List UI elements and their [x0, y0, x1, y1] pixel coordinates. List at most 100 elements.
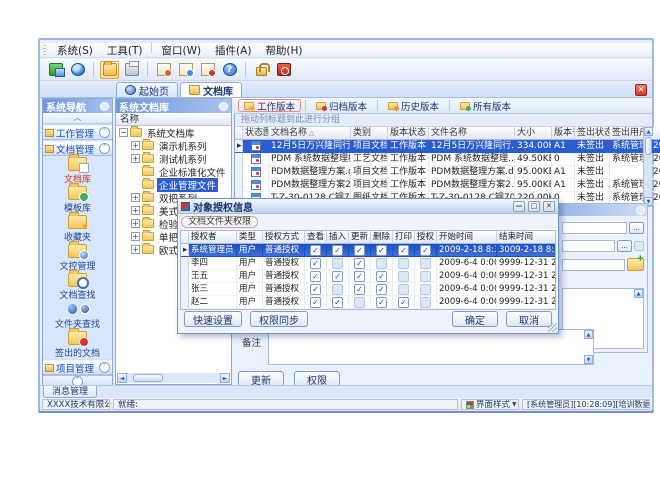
grid-vertical-scrollbar[interactable]: ▲ ▼ — [643, 127, 652, 206]
permission-row[interactable]: 赵二用户普通授权✓✓✓✓2009-6-4 0:00:009999-12-31 2… — [181, 296, 555, 309]
tree-item-0[interactable]: −系统文档库 — [116, 126, 231, 139]
checkbox-checked[interactable]: ✓ — [332, 297, 343, 308]
checkbox-checked[interactable]: ✓ — [310, 258, 321, 269]
checkbox-checked[interactable]: ✓ — [354, 284, 365, 295]
checkbox-checked[interactable]: ✓ — [310, 297, 321, 308]
expand-icon[interactable]: + — [131, 193, 140, 202]
ui-style-selector[interactable]: 界面样式 ▼ — [461, 399, 519, 410]
ok-button[interactable]: 确定 — [452, 311, 498, 327]
printer-button[interactable] — [122, 61, 141, 79]
column-header-status-icon[interactable]: 状态图 — [243, 127, 269, 140]
expand-icon[interactable]: + — [131, 219, 140, 228]
nav-group-2[interactable]: 项目管理ˇ — [43, 360, 112, 375]
column-header-doc-name[interactable]: 文档名称△ — [269, 127, 351, 140]
sidebar-item-1[interactable]: 模板库 — [43, 185, 112, 214]
checkbox-unchecked[interactable] — [332, 284, 343, 295]
checkbox-unchecked[interactable] — [332, 258, 343, 269]
column-header-category[interactable]: 类别 — [351, 127, 388, 140]
tree-item-4[interactable]: 企业管理文件 — [116, 178, 231, 191]
menu-item-3[interactable]: 插件(A) — [208, 42, 258, 59]
checkbox-unchecked[interactable] — [354, 297, 365, 308]
folder-permission-tab[interactable]: 文档文件夹权限 — [181, 216, 258, 228]
column-header-row-selector[interactable] — [235, 127, 243, 140]
maximize-icon[interactable]: □ — [528, 201, 540, 212]
column-header-perm-delete[interactable]: 删除 — [371, 231, 393, 244]
menu-item-2[interactable]: 窗口(W) — [154, 42, 208, 59]
pin-icon[interactable] — [100, 102, 109, 111]
checkbox-unchecked[interactable] — [420, 297, 431, 308]
column-header-checkout-status[interactable]: 签出状态 — [575, 127, 610, 140]
expand-icon[interactable]: + — [131, 154, 140, 163]
column-header-perm-insert[interactable]: 插入 — [327, 231, 349, 244]
checkbox-unchecked[interactable] — [420, 284, 431, 295]
sidebar-item-5[interactable]: 文件夹查找 — [43, 301, 112, 330]
menu-item-0[interactable]: 系统(S) — [50, 42, 100, 59]
browse-button[interactable]: … — [617, 240, 632, 252]
checkbox-checked[interactable]: ✓ — [332, 245, 343, 256]
column-header-end-time[interactable]: 结束时间 — [497, 231, 556, 244]
version-tab-2[interactable]: 历史版本 — [382, 99, 445, 112]
checkbox-unchecked[interactable] — [420, 258, 431, 269]
browse-button[interactable]: … — [629, 222, 644, 234]
scroll-up-icon[interactable]: ▲ — [644, 127, 653, 136]
checkbox-checked[interactable]: ✓ — [420, 245, 431, 256]
version-tab-0[interactable]: 工作版本 — [238, 99, 301, 112]
column-header-version-no[interactable]: 版本号 — [552, 127, 575, 140]
mail2-button[interactable] — [176, 61, 195, 79]
scroll-down-icon[interactable]: ▼ — [584, 355, 593, 364]
sidebar-item-3[interactable]: 文控管理 — [43, 243, 112, 272]
checkbox-checked[interactable]: ✓ — [354, 258, 365, 269]
tree-item-2[interactable]: +测试机系列 — [116, 152, 231, 165]
permission-sync-button[interactable]: 权限同步 — [250, 311, 308, 327]
expand-icon[interactable]: + — [131, 232, 140, 241]
checkbox-checked[interactable]: ✓ — [376, 284, 387, 295]
checkbox-unchecked[interactable] — [398, 258, 409, 269]
checkbox-checked[interactable]: ✓ — [354, 271, 365, 282]
checkbox-unchecked[interactable] — [398, 271, 409, 282]
checkbox-checked[interactable]: ✓ — [398, 297, 409, 308]
checkbox[interactable] — [634, 241, 644, 251]
checkbox-checked[interactable]: ✓ — [310, 245, 321, 256]
property-input[interactable] — [562, 259, 625, 271]
checkbox-checked[interactable]: ✓ — [310, 284, 321, 295]
close-tab-icon[interactable]: ✕ — [635, 84, 647, 96]
expand-icon[interactable]: + — [131, 141, 140, 150]
mail1-button[interactable] — [154, 61, 173, 79]
column-header-perm-update[interactable]: 更新 — [349, 231, 371, 244]
column-header-start-time[interactable]: 开始时间 — [437, 231, 497, 244]
collapse-icon[interactable]: − — [119, 128, 128, 137]
checkbox-unchecked[interactable] — [420, 271, 431, 282]
exit-button[interactable] — [274, 61, 293, 79]
column-header-type[interactable]: 类型 — [237, 231, 263, 244]
message-management-tab[interactable]: 消息管理 — [43, 386, 97, 398]
pin-icon[interactable] — [636, 206, 645, 215]
help-button[interactable] — [220, 61, 239, 79]
property-input[interactable] — [562, 240, 615, 252]
expand-icon[interactable]: + — [131, 206, 140, 215]
scroll-right-icon[interactable]: ► — [220, 373, 230, 383]
open-folder-button[interactable] — [100, 61, 119, 79]
sidebar-item-0[interactable]: 文档库 — [43, 156, 112, 185]
group-by-bar[interactable]: 拖动列标题到此进行分组 — [235, 114, 652, 127]
permission-row[interactable]: 王五用户普通授权✓✓✓✓2009-6-4 0:00:009999-12-31 2… — [181, 270, 555, 283]
version-tab-1[interactable]: 归档版本 — [310, 99, 373, 112]
sidebar-item-4[interactable]: 文档查找 — [43, 272, 112, 301]
menu-item-4[interactable]: 帮助(H) — [258, 42, 309, 59]
pin-icon[interactable] — [219, 102, 228, 111]
checkbox-checked[interactable]: ✓ — [376, 297, 387, 308]
scroll-up-icon[interactable]: ▲ — [634, 289, 643, 298]
close-icon[interactable]: ✕ — [543, 201, 555, 212]
chevron-down-icon[interactable]: ˇ — [99, 362, 110, 373]
tree-item-3[interactable]: 企业标准化文件 — [116, 165, 231, 178]
resize-grip[interactable] — [548, 323, 557, 332]
column-header-perm-grant[interactable]: 授权 — [415, 231, 437, 244]
checkbox-checked[interactable]: ✓ — [376, 271, 387, 282]
cancel-button[interactable]: 取消 — [506, 311, 552, 327]
column-header-grant-mode[interactable]: 授权方式 — [263, 231, 305, 244]
checkbox-checked[interactable]: ✓ — [354, 245, 365, 256]
table-row[interactable]: PDM数据整理方案.doc项目文档工作版本PDM数据整理方案.doc95.00K… — [235, 166, 652, 179]
column-header-row-selector[interactable] — [181, 231, 189, 244]
scroll-left-icon[interactable]: ◄ — [117, 373, 127, 383]
column-header-perm-print[interactable]: 打印 — [393, 231, 415, 244]
table-row[interactable]: PDM数据整理方案2.doc项目文档工作版本PDM数据整理方案2.doc95.0… — [235, 179, 652, 192]
